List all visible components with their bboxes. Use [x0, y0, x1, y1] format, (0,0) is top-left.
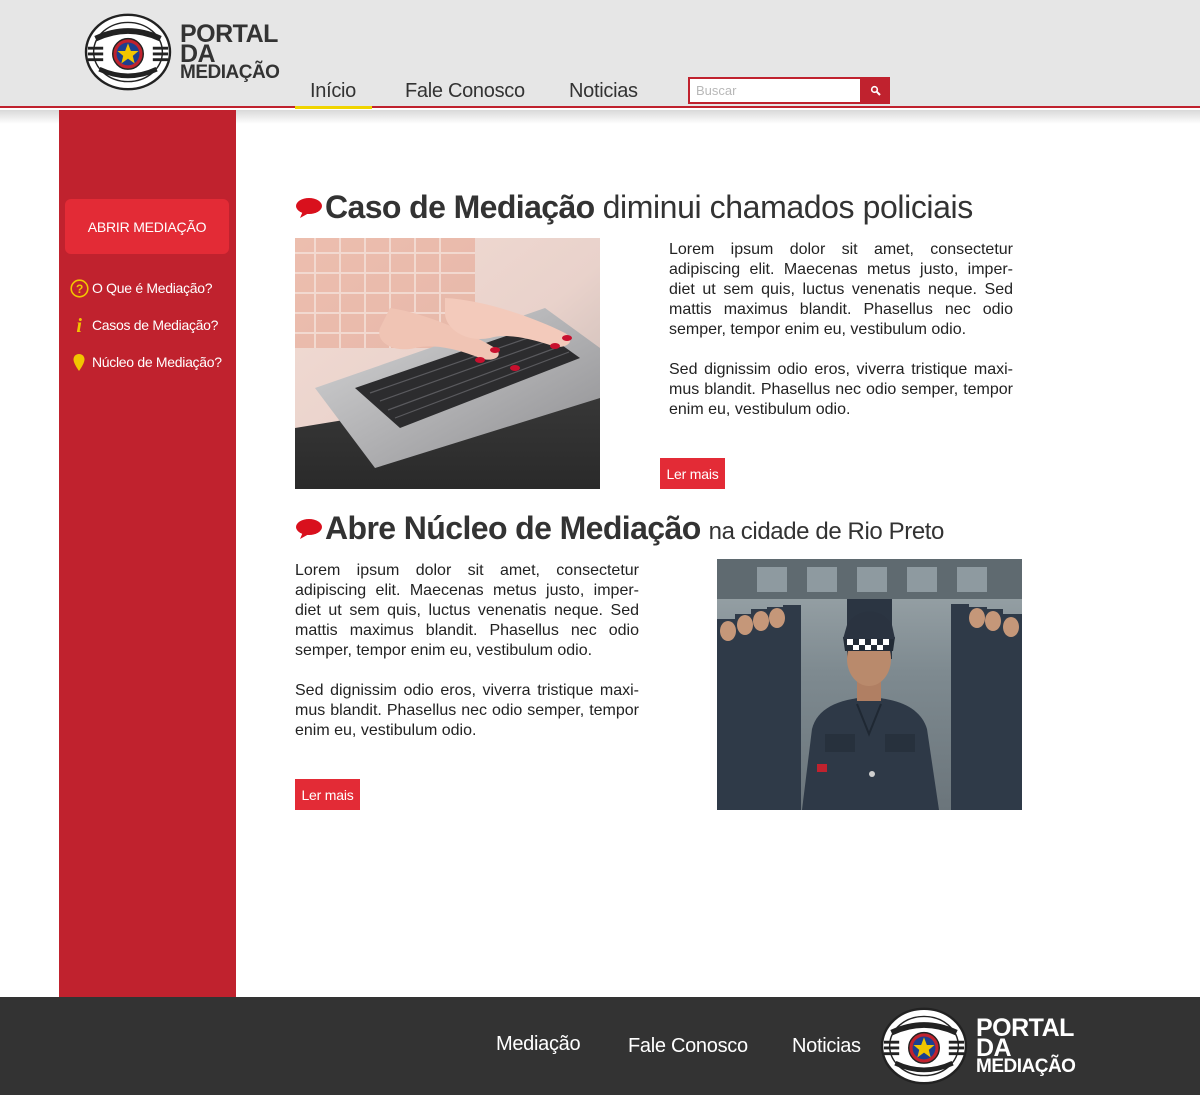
- article-2-body: Lorem ipsum dolor sit amet, consectetur …: [295, 561, 639, 741]
- sidebar-item-label: Casos de Mediação?: [92, 317, 219, 333]
- sidebar-item-mediation-cases[interactable]: i Casos de Mediação?: [69, 315, 219, 335]
- nav-item-inicio[interactable]: Início: [310, 80, 356, 103]
- sidebar-item-label: Núcleo de Mediação?: [92, 354, 222, 370]
- info-icon: i: [69, 315, 89, 335]
- article-1-body: Lorem ipsum dolor sit amet, consectetur …: [669, 240, 1013, 420]
- article-2-title-bold: Abre Núcleo de Mediação: [325, 510, 701, 546]
- article-2-paragraph-2: Sed dignissim odio eros, viverra tristiq…: [295, 682, 639, 739]
- search-button[interactable]: [861, 77, 890, 104]
- footer-link-fale-conosco[interactable]: Fale Conosco: [628, 1035, 748, 1058]
- search-box: [688, 77, 890, 104]
- article-2-read-more-button[interactable]: Ler mais: [295, 779, 360, 810]
- article-1-title-light: diminui chamados policiais: [602, 189, 974, 225]
- nav-item-fale-conosco[interactable]: Fale Conosco: [405, 80, 525, 103]
- police-officers-photo: [717, 559, 1022, 810]
- sidebar: ABRIR MEDIAÇÃO ? O Que é Mediação? i Cas…: [59, 110, 236, 997]
- sidebar-item-what-is-mediation[interactable]: ? O Que é Mediação?: [69, 278, 213, 298]
- article-1-title[interactable]: Caso de Mediação diminui chamados polici…: [295, 189, 973, 226]
- nav-item-noticias[interactable]: Noticias: [569, 80, 638, 103]
- portal-wordmark: PORTAL DA MEDIAÇÃO: [180, 22, 280, 83]
- sidebar-item-label: O Que é Mediação?: [92, 280, 213, 296]
- search-input[interactable]: [688, 77, 862, 104]
- article-2-title[interactable]: Abre Núcleo de Mediação na cidade de Rio…: [295, 510, 944, 547]
- footer-logo[interactable]: PORTAL DA MEDIAÇÃO: [876, 1004, 1076, 1088]
- question-icon: ?: [69, 278, 89, 298]
- location-pin-icon: [69, 352, 89, 372]
- article-2-title-light: na cidade de Rio Preto: [708, 518, 945, 545]
- speech-bubble-icon: [296, 518, 322, 539]
- article-1-paragraph-2: Sed dignissim odio eros, viverra tristiq…: [669, 361, 1013, 418]
- article-2-paragraph-1: Lorem ipsum dolor sit amet, consectetur …: [295, 562, 639, 659]
- search-icon: [870, 85, 881, 96]
- article-1-title-bold: Caso de Mediação: [325, 189, 595, 225]
- svg-text:i: i: [76, 315, 82, 335]
- article-1-read-more-button[interactable]: Ler mais: [660, 458, 725, 489]
- portal-wordmark: PORTAL DA MEDIAÇÃO: [976, 1016, 1076, 1077]
- nav-active-indicator: [295, 106, 372, 109]
- footer-link-noticias[interactable]: Noticias: [792, 1035, 861, 1058]
- speech-bubble-icon: [296, 197, 322, 218]
- header-logo[interactable]: PORTAL DA MEDIAÇÃO: [80, 10, 280, 94]
- wordmark-line3: MEDIAÇÃO: [180, 61, 280, 83]
- site-footer: Mediação Fale Conosco Noticias PORTAL DA…: [0, 997, 1200, 1095]
- footer-link-mediacao[interactable]: Mediação: [496, 1033, 581, 1056]
- wordmark-line3: MEDIAÇÃO: [976, 1055, 1076, 1077]
- article-1-paragraph-1: Lorem ipsum dolor sit amet, consectetur …: [669, 241, 1013, 338]
- police-seal-logo: [876, 1004, 972, 1088]
- svg-text:?: ?: [75, 282, 82, 296]
- laptop-typing-photo: [295, 238, 600, 489]
- sidebar-item-mediation-center[interactable]: Núcleo de Mediação?: [69, 352, 222, 372]
- open-mediation-button[interactable]: ABRIR MEDIAÇÃO: [65, 199, 229, 254]
- police-seal-logo: [80, 10, 176, 94]
